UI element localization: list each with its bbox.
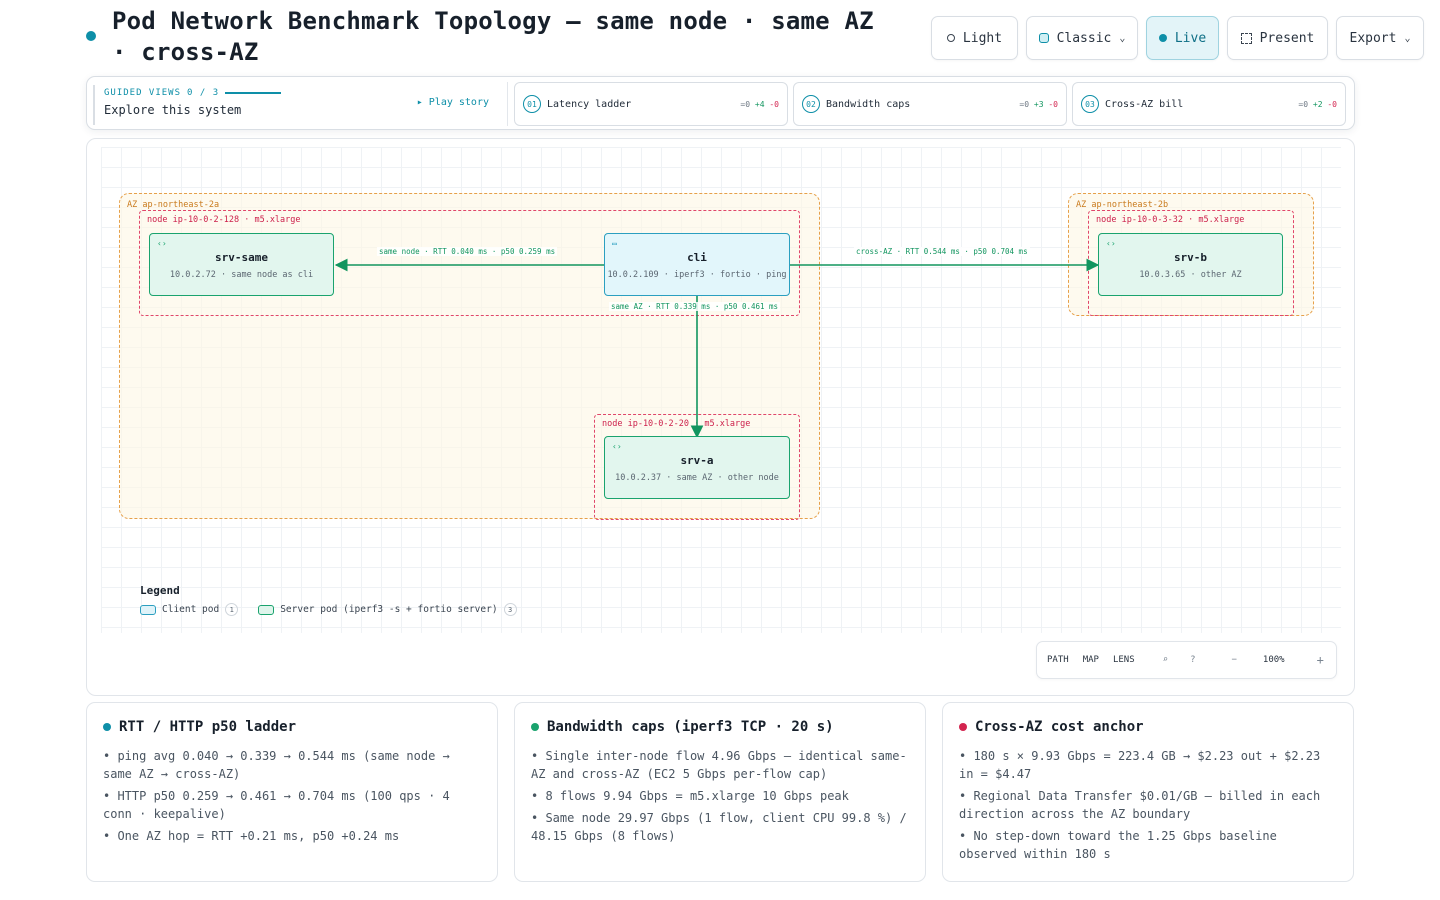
card-dot: [103, 723, 111, 731]
pod-srv-b[interactable]: ‹› srv-b 10.0.3.65 · other AZ: [1098, 233, 1283, 296]
pod-name: srv-same: [215, 251, 268, 264]
pod-detail: 10.0.2.37 · same AZ · other node: [615, 473, 779, 483]
guided-label: GUIDED VIEWS: [104, 88, 182, 98]
search-icon[interactable]: ⌕: [1163, 655, 1168, 665]
page-title: Pod Network Benchmark Topology — same no…: [112, 7, 874, 66]
guided-views-summary: GUIDED VIEWS 0 / 3 Explore this system ▸…: [93, 85, 503, 125]
zone-label: AZ ap-northeast-2a: [127, 200, 220, 210]
canvas-toolbar: PATH MAP LENS ⌕ ? − 100% +: [1036, 641, 1337, 679]
light-label: Light: [962, 30, 1003, 46]
pod-detail: 10.0.3.65 · other AZ: [1139, 270, 1242, 280]
zone-label: AZ ap-northeast-2b: [1076, 200, 1169, 210]
guided-view-bandwidth-caps[interactable]: 02 Bandwidth caps =0 +3 -0: [793, 82, 1067, 126]
card-item: • ping avg 0.040 → 0.339 → 0.544 ms (sam…: [103, 749, 450, 781]
pod-name: cli: [687, 251, 707, 264]
pod-srv-same[interactable]: ‹› srv-same 10.0.2.72 · same node as cli: [149, 233, 334, 296]
theme-light-button[interactable]: Light: [931, 16, 1018, 60]
legend-title: Legend: [140, 584, 180, 597]
live-dot-icon: [1158, 34, 1167, 42]
pod-name: srv-a: [680, 454, 714, 467]
view-delta: =0 +2 -0: [1298, 99, 1337, 109]
view-number: 02: [802, 95, 820, 113]
lens-button[interactable]: LENS: [1113, 655, 1135, 665]
card-dot: [959, 723, 967, 731]
live-button[interactable]: Live: [1146, 16, 1219, 60]
zoom-out-button[interactable]: −: [1231, 655, 1236, 665]
pod-srv-a[interactable]: ‹› srv-a 10.0.2.37 · same AZ · other nod…: [604, 436, 790, 499]
export-label: Export: [1349, 30, 1397, 46]
zoom-level: 100%: [1262, 655, 1285, 665]
guided-view-cross-az-bill[interactable]: 03 Cross-AZ bill =0 +2 -0: [1072, 82, 1346, 126]
node-label: node ip-10-0-2-128 · m5.xlarge: [147, 215, 301, 225]
card-item: • HTTP p50 0.259 → 0.461 → 0.704 ms (100…: [103, 789, 450, 821]
card-dot: [531, 723, 539, 731]
sun-icon: [946, 34, 955, 42]
fullscreen-icon: [1240, 32, 1252, 44]
card-rtt-ladder: RTT / HTTP p50 ladder • ping avg 0.040 →…: [86, 702, 498, 882]
edge-label-same-az: same AZ · RTT 0.339 ms · p50 0.461 ms: [609, 302, 781, 311]
title-status-dot: [86, 31, 96, 41]
pod-detail: 10.0.2.72 · same node as cli: [169, 270, 314, 280]
code-icon: ‹›: [612, 442, 622, 451]
export-dropdown[interactable]: Export ⌄: [1336, 16, 1424, 60]
map-button[interactable]: MAP: [1083, 655, 1099, 665]
view-delta: =0 +4 -0: [740, 99, 779, 109]
window-icon: ▭: [612, 239, 617, 248]
present-label: Present: [1259, 30, 1315, 46]
help-icon[interactable]: ?: [1190, 655, 1195, 665]
view-number: 01: [523, 95, 541, 113]
diagram-canvas[interactable]: AZ ap-northeast-2a AZ ap-northeast-2b no…: [86, 138, 1355, 696]
card-item: • 8 flows 9.94 Gbps = m5.xlarge 10 Gbps …: [531, 789, 849, 803]
present-button[interactable]: Present: [1227, 16, 1328, 60]
card-item: • 180 s × 9.93 Gbps = 223.4 GB → $2.23 o…: [959, 749, 1321, 781]
path-button[interactable]: PATH: [1047, 655, 1069, 665]
classic-label: Classic: [1056, 30, 1112, 46]
guided-progress: 0 / 3: [187, 88, 220, 98]
legend-client-label: Client pod: [162, 604, 220, 615]
legend-client-count: 1: [225, 603, 239, 616]
pod-cli[interactable]: ▭ cli 10.0.2.109 · iperf3 · fortio · pin…: [604, 233, 790, 296]
card-item: • Single inter-node flow 4.96 Gbps — ide…: [531, 749, 907, 781]
legend-server-count: 3: [503, 603, 517, 616]
client-pod-swatch: [140, 604, 156, 615]
live-label: Live: [1174, 30, 1207, 46]
card-item: • Same node 29.97 Gbps (1 flow, client C…: [531, 811, 907, 843]
card-cross-az-cost: Cross-AZ cost anchor • 180 s × 9.93 Gbps…: [942, 702, 1354, 882]
node-label: node ip-10-0-3-32 · m5.xlarge: [1096, 215, 1245, 225]
server-pod-swatch: [258, 604, 275, 615]
view-label: Bandwidth caps: [826, 98, 911, 110]
square-icon: [1038, 33, 1049, 43]
card-title: RTT / HTTP p50 ladder: [119, 719, 297, 735]
node-label: node ip-10-0-2-20 · m5.xlarge: [602, 419, 751, 429]
chevron-down-icon: ⌄: [1404, 32, 1411, 44]
card-title: Bandwidth caps (iperf3 TCP · 20 s): [547, 719, 834, 735]
view-number: 03: [1081, 95, 1099, 113]
view-delta: =0 +3 -0: [1019, 99, 1058, 109]
card-item: • Regional Data Transfer $0.01/GB — bill…: [959, 789, 1321, 821]
pod-name: srv-b: [1173, 251, 1208, 264]
chevron-down-icon: ⌄: [1119, 32, 1126, 44]
view-label: Latency ladder: [547, 98, 632, 110]
card-title: Cross-AZ cost anchor: [975, 719, 1144, 735]
card-item: • No step-down toward the 1.25 Gbps base…: [959, 829, 1277, 861]
card-bandwidth-caps: Bandwidth caps (iperf3 TCP · 20 s) • Sin…: [514, 702, 926, 882]
edge-label-cross-az: cross-AZ · RTT 0.544 ms · p50 0.704 ms: [854, 247, 1030, 256]
edge-label-same-node: same node · RTT 0.040 ms · p50 0.259 ms: [377, 247, 558, 256]
guided-views-bar: GUIDED VIEWS 0 / 3 Explore this system ▸…: [86, 76, 1355, 130]
style-classic-dropdown[interactable]: Classic ⌄: [1026, 16, 1138, 60]
pod-detail: 10.0.2.109 · iperf3 · fortio · ping: [607, 270, 787, 280]
legend-server-label: Server pod (iperf3 -s + fortio server): [280, 604, 498, 615]
card-item: • One AZ hop = RTT +0.21 ms, p50 +0.24 m…: [103, 829, 400, 843]
code-icon: ‹›: [1106, 239, 1116, 248]
view-label: Cross-AZ bill: [1105, 98, 1184, 110]
legend: Legend Client pod 1 Server pod (iperf3 -…: [140, 584, 531, 616]
play-story-button[interactable]: ▸ Play story: [417, 97, 489, 108]
divider: [507, 82, 508, 126]
code-icon: ‹›: [157, 239, 167, 248]
guided-view-latency-ladder[interactable]: 01 Latency ladder =0 +4 -0: [514, 82, 788, 126]
zoom-in-button[interactable]: +: [1317, 653, 1324, 667]
guided-progress-bar: [225, 92, 282, 94]
